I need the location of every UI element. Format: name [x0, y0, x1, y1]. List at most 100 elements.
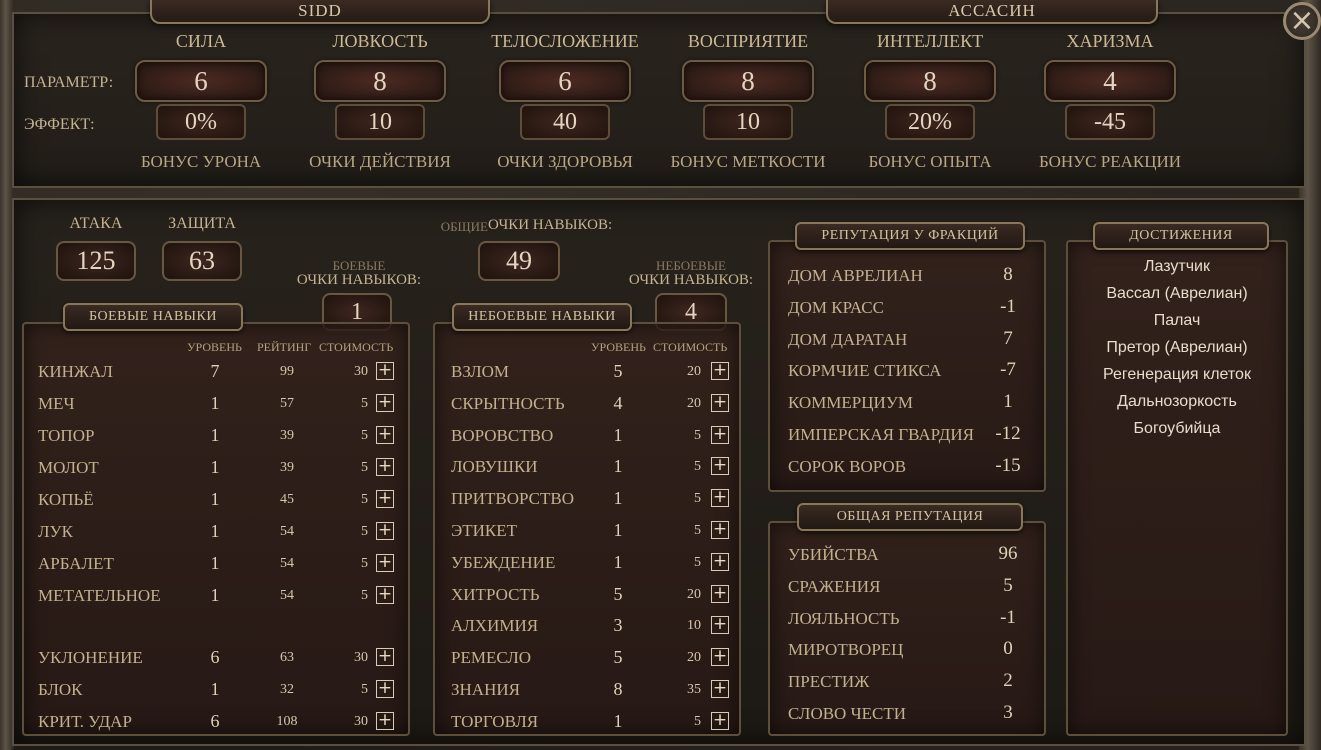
skill-cost: 20	[687, 650, 701, 666]
plus-icon[interactable]: +	[376, 680, 394, 698]
achievement-item[interactable]: Дальнозоркость	[1068, 393, 1286, 411]
skill-rating: 63	[280, 650, 294, 665]
plus-icon[interactable]: +	[376, 426, 394, 444]
skill-name: ХИТРОСТЬ	[451, 584, 540, 604]
faction-name: КОРМЧИЕ СТИКСА	[788, 361, 942, 381]
skill-cost: 5	[361, 588, 368, 603]
skill-cost: 5	[694, 713, 701, 729]
combat-points-label: ОЧКИ НАВЫКОВ:	[296, 272, 422, 288]
attribute-effect: 40	[520, 104, 610, 140]
combat-skill-row: КИНЖАЛ 7 99 30 +	[24, 356, 408, 388]
reputation-row: УБИЙСТВА 96	[788, 539, 1038, 571]
plus-icon[interactable]: +	[376, 490, 394, 508]
skill-name: СКРЫТНОСТЬ	[451, 393, 565, 413]
skill-name: УБЕЖДЕНИЕ	[451, 552, 556, 572]
faction-value: -7	[1000, 359, 1016, 381]
attribute-effect: -45	[1065, 104, 1155, 140]
achievement-item[interactable]: Вассал (Аврелиан)	[1068, 285, 1286, 303]
skill-cost: 5	[694, 554, 701, 570]
skill-level: 1	[210, 585, 220, 605]
plus-icon[interactable]: +	[376, 648, 394, 666]
faction-value: -1	[1000, 295, 1016, 317]
attribute-name: ЛОВКОСТЬ	[332, 31, 428, 51]
skill-name: КОПЬЁ	[38, 490, 94, 509]
plus-icon[interactable]: +	[376, 362, 394, 380]
noncombat-skill-row: ХИТРОСТЬ 5 20 +	[435, 579, 739, 611]
faction-reputation-tab: РЕПУТАЦИЯ У ФРАКЦИЙ	[795, 222, 1025, 250]
plus-icon[interactable]: +	[711, 680, 729, 698]
faction-row: ДОМ КРАСС -1	[788, 292, 1038, 324]
plus-icon[interactable]: +	[376, 458, 394, 476]
plus-icon[interactable]: +	[711, 648, 729, 667]
plus-icon[interactable]: +	[711, 393, 729, 412]
noncombat-skill-row: ВОРОВСТВО 1 5 +	[435, 420, 739, 452]
faction-value: -15	[995, 454, 1021, 476]
attribute-value: 4	[1044, 60, 1176, 102]
plus-icon[interactable]: +	[711, 489, 729, 508]
defense-value: 63	[162, 241, 242, 281]
skill-cost: 5	[694, 491, 701, 507]
reputation-value: -1	[1000, 606, 1016, 628]
faction-name: ДОМ КРАСС	[788, 297, 884, 317]
faction-name: СОРОК ВОРОВ	[788, 456, 907, 476]
plus-icon[interactable]: +	[711, 425, 729, 444]
combat-skills-tab[interactable]: БОЕВЫЕ НАВЫКИ	[63, 303, 243, 331]
skill-level: 1	[210, 393, 220, 413]
plus-icon[interactable]: +	[711, 584, 729, 603]
skill-level: 5	[613, 647, 623, 668]
achievement-item[interactable]: Регенерация клеток	[1068, 366, 1286, 384]
skill-level: 1	[210, 425, 220, 445]
plus-icon[interactable]: +	[376, 554, 394, 572]
skill-rating: 108	[276, 714, 298, 729]
noncombat-skills-tab[interactable]: НЕБОЕВЫЕ НАВЫКИ	[452, 303, 632, 331]
skill-name: КИНЖАЛ	[38, 362, 113, 381]
plus-icon[interactable]: +	[376, 522, 394, 540]
combat-skill-row: МЕТАТЕЛЬНОЕ 1 54 5 +	[24, 580, 408, 612]
plus-icon[interactable]: +	[711, 521, 729, 539]
plus-icon[interactable]: +	[376, 712, 394, 730]
combat-skill-row: ЛУК 1 54 5 +	[24, 516, 408, 548]
skill-cost: 5	[694, 523, 701, 538]
plus-icon[interactable]: +	[711, 616, 729, 635]
noncombat-skill-row: ЭТИКЕТ 1 5 +	[435, 515, 739, 547]
general-reputation-tab: ОБЩАЯ РЕПУТАЦИЯ	[797, 503, 1023, 531]
skill-level: 1	[210, 679, 220, 699]
attribute-name: ХАРИЗМА	[1066, 31, 1154, 51]
combat-skill-row: МОЛОТ 1 39 5 +	[24, 452, 408, 484]
close-button[interactable]: ×	[1283, 2, 1321, 40]
plus-icon[interactable]: +	[711, 457, 729, 476]
skill-level: 4	[613, 392, 623, 413]
plus-icon[interactable]: +	[376, 394, 394, 412]
faction-value: 1	[1003, 391, 1013, 413]
reputation-value: 5	[1003, 574, 1013, 596]
achievement-item[interactable]: Богоубийца	[1068, 420, 1286, 438]
faction-reputation-panel: ДОМ АВРЕЛИАН 8 ДОМ КРАСС -1 ДОМ ДАРАТАН 7 КОРМ…	[768, 240, 1046, 492]
plus-icon[interactable]: +	[711, 362, 729, 380]
attribute-bonus: БОНУС ОПЫТА	[868, 152, 992, 171]
skill-name: РЕМЕСЛО	[451, 648, 532, 668]
skill-name: ЗНАНИЯ	[451, 680, 520, 699]
attack-label: АТАКА	[69, 215, 123, 232]
attribute-value: 6	[135, 60, 267, 102]
noncombat-skill-row: ЛОВУШКИ 1 5 +	[435, 451, 739, 483]
skill-level: 1	[613, 551, 623, 572]
plus-icon[interactable]: +	[711, 711, 729, 730]
plus-icon[interactable]: +	[711, 552, 729, 571]
plus-icon[interactable]: +	[376, 586, 394, 604]
skill-rating: 39	[280, 428, 294, 443]
col-header-cost: СТОИМОСТЬ	[653, 340, 728, 354]
achievement-item[interactable]: Лазутчик	[1068, 258, 1286, 276]
skill-name: АРБАЛЕТ	[38, 554, 114, 573]
achievement-item[interactable]: Палач	[1068, 312, 1286, 330]
noncombat-skill-row: РЕМЕСЛО 5 20 +	[435, 642, 739, 674]
skill-name: ЛУК	[38, 522, 73, 541]
skill-name: ТОПОР	[38, 426, 95, 445]
skill-cost: 30	[354, 714, 368, 729]
skill-level: 1	[613, 424, 623, 445]
skill-level: 5	[613, 361, 623, 381]
achievement-item[interactable]: Претор (Аврелиан)	[1068, 339, 1286, 357]
skill-rating: 39	[280, 460, 294, 475]
skill-cost: 20	[687, 364, 701, 379]
faction-row: ДОМ ДАРАТАН 7	[788, 324, 1038, 356]
reputation-value: 0	[1003, 638, 1013, 660]
